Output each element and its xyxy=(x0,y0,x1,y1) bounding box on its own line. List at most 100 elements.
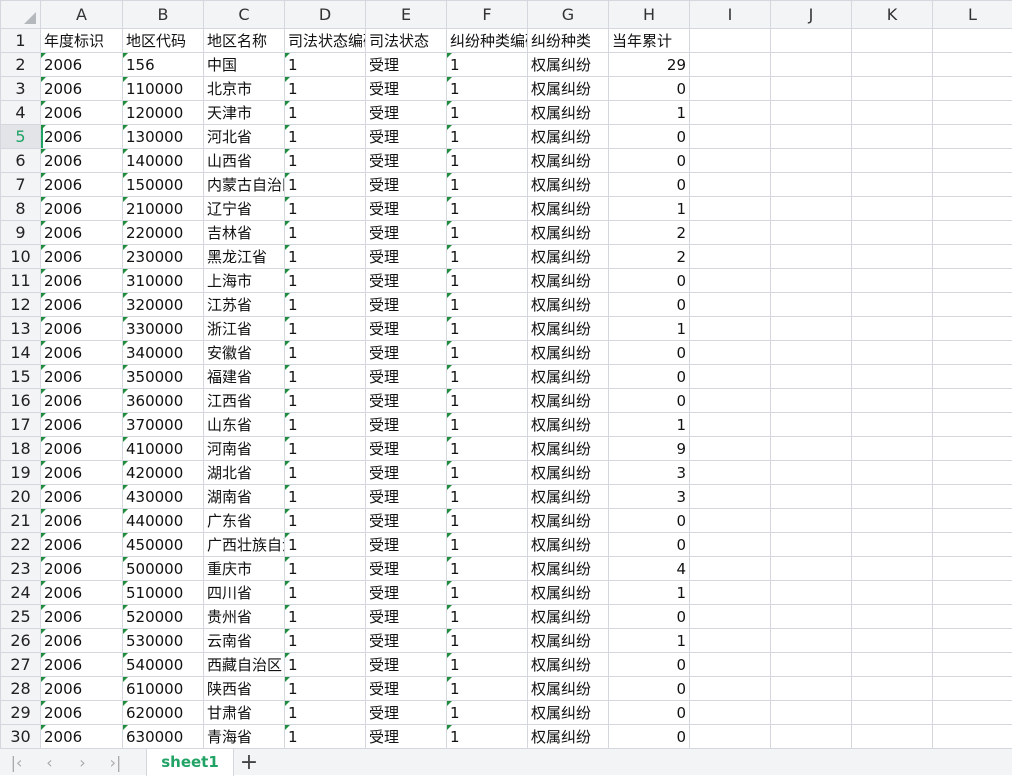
cell-L17[interactable] xyxy=(933,413,1012,437)
cell-I14[interactable] xyxy=(690,341,771,365)
cell-I8[interactable] xyxy=(690,197,771,221)
cell-E1[interactable]: 司法状态 xyxy=(366,29,447,53)
cell-L11[interactable] xyxy=(933,269,1012,293)
cell-F15[interactable]: 1 xyxy=(447,365,528,389)
cell-J28[interactable] xyxy=(771,677,852,701)
row-header-25[interactable]: 25 xyxy=(1,605,41,629)
cell-B2[interactable]: 156 xyxy=(123,53,204,77)
cell-L19[interactable] xyxy=(933,461,1012,485)
cell-K7[interactable] xyxy=(852,173,933,197)
cell-K2[interactable] xyxy=(852,53,933,77)
cell-C15[interactable]: 福建省 xyxy=(204,365,285,389)
cell-I10[interactable] xyxy=(690,245,771,269)
cell-K24[interactable] xyxy=(852,581,933,605)
cell-E27[interactable]: 受理 xyxy=(366,653,447,677)
cell-C1[interactable]: 地区名称 xyxy=(204,29,285,53)
cell-L18[interactable] xyxy=(933,437,1012,461)
row-header-3[interactable]: 3 xyxy=(1,77,41,101)
cell-K14[interactable] xyxy=(852,341,933,365)
column-header-I[interactable]: I xyxy=(690,1,771,29)
cell-A26[interactable]: 2006 xyxy=(41,629,123,653)
cell-G19[interactable]: 权属纠纷 xyxy=(528,461,609,485)
cell-K9[interactable] xyxy=(852,221,933,245)
cell-H28[interactable]: 0 xyxy=(609,677,690,701)
cell-J13[interactable] xyxy=(771,317,852,341)
column-header-B[interactable]: B xyxy=(123,1,204,29)
row-header-28[interactable]: 28 xyxy=(1,677,41,701)
cell-E15[interactable]: 受理 xyxy=(366,365,447,389)
cell-J11[interactable] xyxy=(771,269,852,293)
cell-J24[interactable] xyxy=(771,581,852,605)
cell-A2[interactable]: 2006 xyxy=(41,53,123,77)
cell-D30[interactable]: 1 xyxy=(285,725,366,749)
cell-J21[interactable] xyxy=(771,509,852,533)
cell-H25[interactable]: 0 xyxy=(609,605,690,629)
cell-F9[interactable]: 1 xyxy=(447,221,528,245)
cell-I23[interactable] xyxy=(690,557,771,581)
cell-B6[interactable]: 140000 xyxy=(123,149,204,173)
cell-E5[interactable]: 受理 xyxy=(366,125,447,149)
cell-G10[interactable]: 权属纠纷 xyxy=(528,245,609,269)
row-header-20[interactable]: 20 xyxy=(1,485,41,509)
cell-H24[interactable]: 1 xyxy=(609,581,690,605)
cell-B11[interactable]: 310000 xyxy=(123,269,204,293)
cell-A13[interactable]: 2006 xyxy=(41,317,123,341)
cell-I3[interactable] xyxy=(690,77,771,101)
cell-J3[interactable] xyxy=(771,77,852,101)
column-header-F[interactable]: F xyxy=(447,1,528,29)
cell-A1[interactable]: 年度标识 xyxy=(41,29,123,53)
cell-L10[interactable] xyxy=(933,245,1012,269)
cell-H7[interactable]: 0 xyxy=(609,173,690,197)
cell-K13[interactable] xyxy=(852,317,933,341)
row-header-23[interactable]: 23 xyxy=(1,557,41,581)
cell-J25[interactable] xyxy=(771,605,852,629)
cell-F25[interactable]: 1 xyxy=(447,605,528,629)
column-header-L[interactable]: L xyxy=(933,1,1012,29)
cell-F21[interactable]: 1 xyxy=(447,509,528,533)
cell-E28[interactable]: 受理 xyxy=(366,677,447,701)
cell-F22[interactable]: 1 xyxy=(447,533,528,557)
cell-J16[interactable] xyxy=(771,389,852,413)
cell-B30[interactable]: 630000 xyxy=(123,725,204,749)
cell-A5[interactable]: 2006 xyxy=(41,125,123,149)
cell-J2[interactable] xyxy=(771,53,852,77)
row-header-12[interactable]: 12 xyxy=(1,293,41,317)
spreadsheet-grid[interactable]: ABCDEFGHIJKL 1年度标识地区代码地区名称司法状态编码司法状态纠纷种类… xyxy=(0,0,1012,749)
cell-B9[interactable]: 220000 xyxy=(123,221,204,245)
cell-K21[interactable] xyxy=(852,509,933,533)
cell-L21[interactable] xyxy=(933,509,1012,533)
cell-B18[interactable]: 410000 xyxy=(123,437,204,461)
cell-F17[interactable]: 1 xyxy=(447,413,528,437)
cell-A23[interactable]: 2006 xyxy=(41,557,123,581)
row-header-10[interactable]: 10 xyxy=(1,245,41,269)
cell-J30[interactable] xyxy=(771,725,852,749)
cell-G18[interactable]: 权属纠纷 xyxy=(528,437,609,461)
cell-C13[interactable]: 浙江省 xyxy=(204,317,285,341)
cell-G13[interactable]: 权属纠纷 xyxy=(528,317,609,341)
cell-J26[interactable] xyxy=(771,629,852,653)
cell-A7[interactable]: 2006 xyxy=(41,173,123,197)
cell-D15[interactable]: 1 xyxy=(285,365,366,389)
cell-C10[interactable]: 黑龙江省 xyxy=(204,245,285,269)
cell-F27[interactable]: 1 xyxy=(447,653,528,677)
prev-sheet-icon[interactable]: ‹ xyxy=(33,753,66,772)
cell-J22[interactable] xyxy=(771,533,852,557)
cell-A12[interactable]: 2006 xyxy=(41,293,123,317)
cell-K23[interactable] xyxy=(852,557,933,581)
cell-H11[interactable]: 0 xyxy=(609,269,690,293)
cell-B7[interactable]: 150000 xyxy=(123,173,204,197)
cell-J18[interactable] xyxy=(771,437,852,461)
cell-I17[interactable] xyxy=(690,413,771,437)
cell-I4[interactable] xyxy=(690,101,771,125)
cell-J1[interactable] xyxy=(771,29,852,53)
cell-G9[interactable]: 权属纠纷 xyxy=(528,221,609,245)
cell-C26[interactable]: 云南省 xyxy=(204,629,285,653)
cell-I27[interactable] xyxy=(690,653,771,677)
cell-L27[interactable] xyxy=(933,653,1012,677)
select-all-corner[interactable] xyxy=(1,1,41,29)
cell-H22[interactable]: 0 xyxy=(609,533,690,557)
cell-H19[interactable]: 3 xyxy=(609,461,690,485)
cell-H27[interactable]: 0 xyxy=(609,653,690,677)
cell-H12[interactable]: 0 xyxy=(609,293,690,317)
cell-B10[interactable]: 230000 xyxy=(123,245,204,269)
